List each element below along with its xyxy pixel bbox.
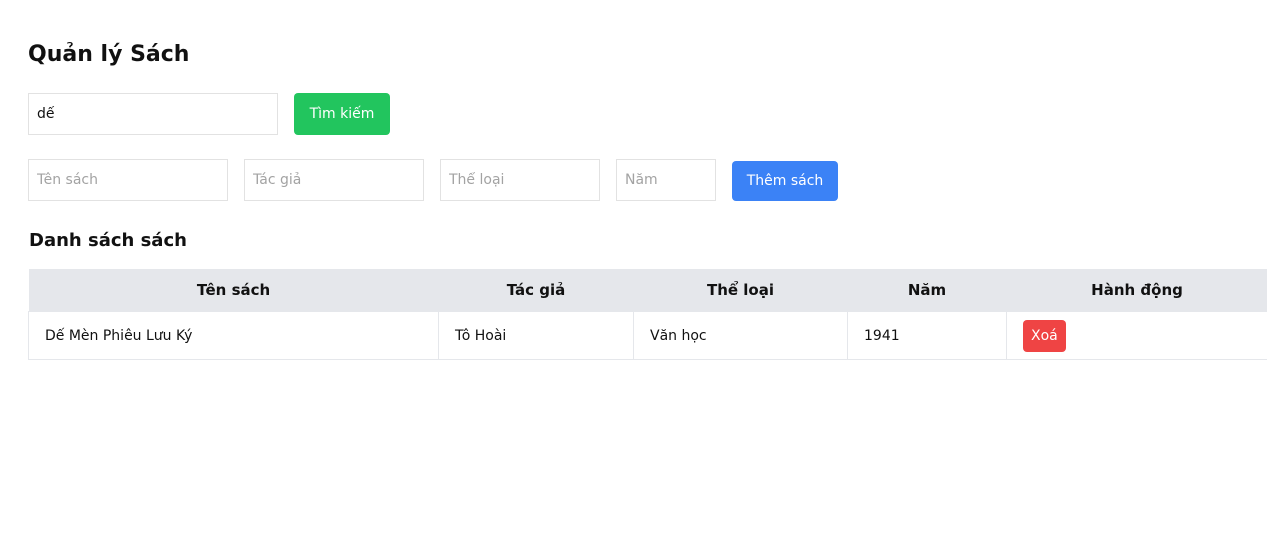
- cell-book-title: Dế Mèn Phiêu Lưu Ký: [28, 311, 439, 360]
- cell-year: 1941: [847, 311, 1007, 360]
- add-book-button[interactable]: Thêm sách: [732, 161, 838, 201]
- column-header-genre: Thể loại: [633, 269, 848, 312]
- genre-input[interactable]: [440, 159, 600, 201]
- book-title-input[interactable]: [28, 159, 228, 201]
- column-header-title: Tên sách: [28, 269, 439, 312]
- cell-genre: Văn học: [633, 311, 848, 360]
- book-list-title: Danh sách sách: [29, 230, 187, 251]
- search-input[interactable]: [28, 93, 278, 135]
- table-row: Dế Mèn Phiêu Lưu Ký Tô Hoài Văn học 1941…: [28, 311, 1267, 360]
- book-management-page: Quản lý Sách Tìm kiếm Thêm sách Danh sác…: [0, 0, 1267, 546]
- table-header-row: Tên sách Tác giả Thể loại Năm Hành động: [28, 269, 1267, 312]
- search-button[interactable]: Tìm kiếm: [294, 93, 390, 135]
- author-input[interactable]: [244, 159, 424, 201]
- column-header-actions: Hành động: [1006, 269, 1267, 312]
- column-header-author: Tác giả: [438, 269, 634, 312]
- column-header-year: Năm: [847, 269, 1007, 312]
- book-table: Tên sách Tác giả Thể loại Năm Hành động …: [28, 269, 1267, 360]
- cell-author: Tô Hoài: [438, 311, 634, 360]
- cell-actions: Xoá: [1006, 311, 1267, 360]
- year-input[interactable]: [616, 159, 716, 201]
- page-title: Quản lý Sách: [28, 42, 190, 67]
- delete-button[interactable]: Xoá: [1023, 319, 1066, 352]
